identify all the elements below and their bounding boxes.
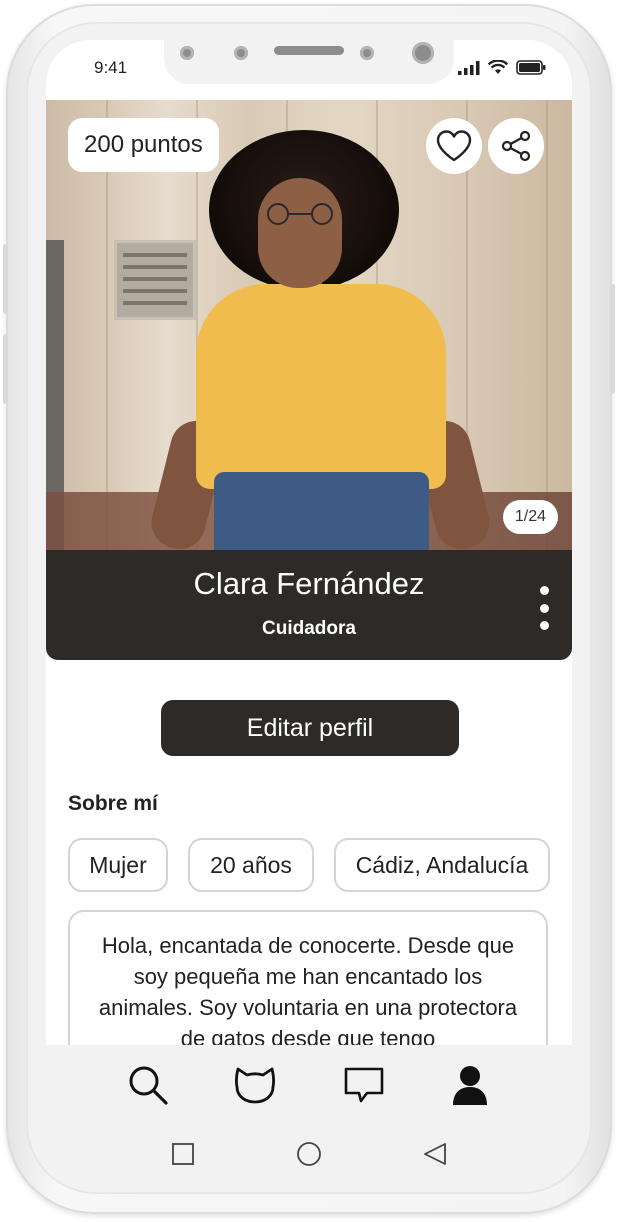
more-options-icon[interactable]: [534, 586, 554, 630]
nav-chat[interactable]: [340, 1061, 388, 1109]
chat-icon: [344, 1067, 384, 1103]
square-icon: [172, 1143, 194, 1165]
points-badge: 200 puntos: [68, 118, 219, 172]
notch: [164, 40, 454, 84]
volume-up-button: [3, 244, 8, 314]
sensor-icon: [234, 46, 248, 60]
profile-icon: [453, 1066, 487, 1105]
nav-profile[interactable]: [446, 1061, 494, 1109]
photo-person-shirt: [196, 284, 446, 489]
app-screen: 9:41 200 puntos 1/24 Clara Fernández Cui…: [46, 40, 572, 1182]
nav-search[interactable]: [124, 1061, 172, 1109]
share-icon: [501, 130, 531, 162]
sensor-icon: [180, 46, 194, 60]
recent-apps-button[interactable]: [168, 1139, 198, 1169]
favorite-button[interactable]: [426, 118, 482, 174]
battery-icon: [516, 60, 546, 75]
photo-person-jeans: [214, 472, 429, 550]
age-chip: 20 años: [188, 838, 314, 892]
profile-header: Clara Fernández Cuidadora: [46, 550, 572, 660]
photo-counter: 1/24: [502, 500, 558, 534]
front-camera-icon: [412, 42, 434, 64]
photo-person-face: [258, 178, 342, 288]
location-chip: Cádiz, Andalucía: [334, 838, 550, 892]
power-button: [610, 284, 615, 394]
edit-profile-button[interactable]: Editar perfil: [161, 700, 459, 756]
back-triangle-icon: [424, 1143, 446, 1165]
nav-cats[interactable]: [231, 1061, 279, 1109]
signal-icon: [458, 60, 480, 75]
back-button[interactable]: [420, 1139, 450, 1169]
cat-icon: [234, 1067, 276, 1104]
photo-glasses: [267, 203, 333, 225]
circle-icon: [297, 1142, 321, 1166]
speaker-grille: [274, 46, 344, 55]
search-icon: [129, 1066, 168, 1105]
share-button[interactable]: [488, 118, 544, 174]
profile-name: Clara Fernández: [193, 566, 425, 601]
profile-photo[interactable]: 200 puntos 1/24: [46, 100, 572, 550]
volume-down-button: [3, 334, 8, 404]
photo-vent: [114, 240, 196, 320]
sensor-icon: [360, 46, 374, 60]
about-title: Sobre mí: [68, 792, 158, 815]
status-time: 9:41: [94, 58, 128, 77]
profile-role: Cuidadora: [262, 618, 356, 639]
status-bar: 9:41: [46, 40, 572, 100]
bottom-nav: [46, 1045, 572, 1182]
heart-icon: [436, 130, 472, 162]
status-icons: [458, 60, 546, 75]
home-button[interactable]: [294, 1139, 324, 1169]
gender-chip: Mujer: [68, 838, 168, 892]
wifi-icon: [488, 60, 508, 74]
